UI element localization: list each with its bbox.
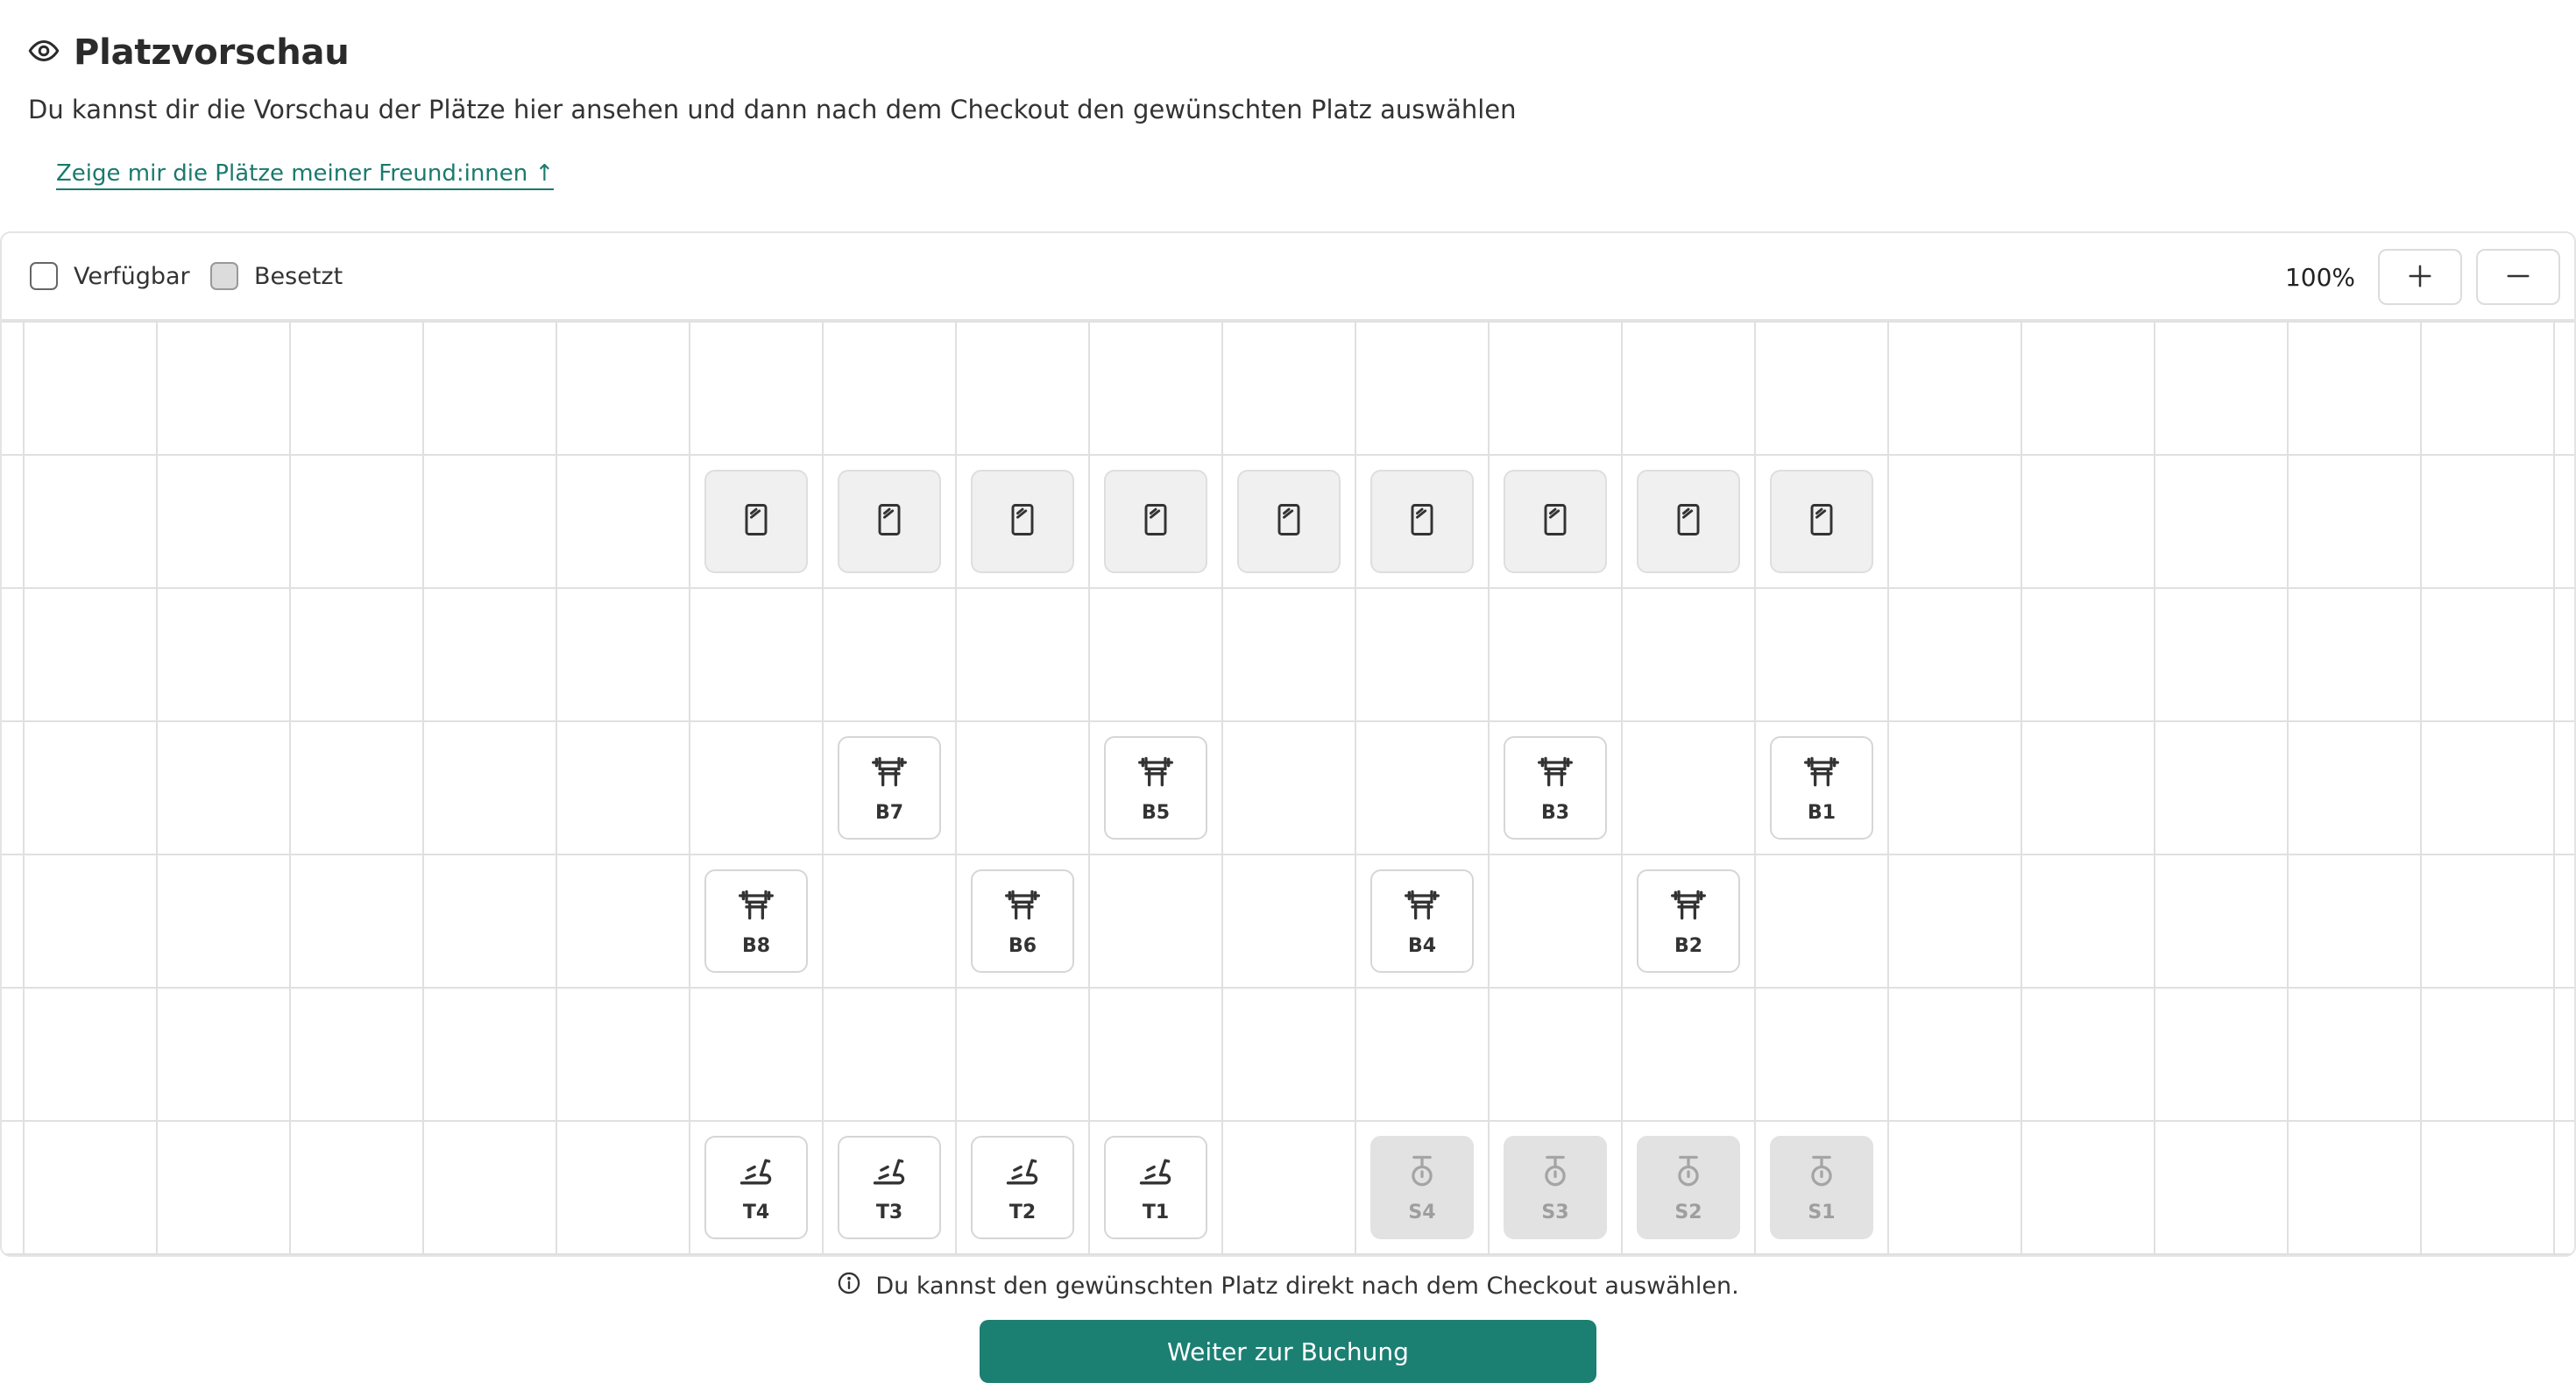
seat-label: B2 — [1674, 934, 1703, 957]
mirror-tile — [971, 470, 1074, 573]
occupied-swatch — [210, 262, 238, 290]
kettlebell-station-icon — [1403, 1152, 1441, 1195]
mirror-icon — [737, 500, 775, 542]
mirror-icon — [1802, 500, 1841, 542]
seat-b3[interactable]: B3 — [1504, 736, 1607, 840]
mirror-tile — [704, 470, 808, 573]
mirror-tile — [1104, 470, 1207, 573]
seat-label: S4 — [1408, 1201, 1436, 1223]
seat-label: S2 — [1674, 1201, 1702, 1223]
seat-b5[interactable]: B5 — [1104, 736, 1207, 840]
seat-label: T1 — [1142, 1201, 1170, 1223]
seat-b6[interactable]: B6 — [971, 869, 1074, 973]
seat-map-toolbar: Verfügbar Besetzt 100% — [2, 233, 2574, 321]
mirror-icon — [1669, 500, 1708, 542]
mirror-tile — [1637, 470, 1740, 573]
checkout-info: Du kannst den gewünschten Platz direkt n… — [0, 1271, 2576, 1301]
treadmill-icon — [1136, 1152, 1175, 1195]
eye-icon — [28, 35, 60, 70]
legend-occupied: Besetzt — [210, 261, 343, 291]
seat-label: B7 — [874, 801, 904, 824]
mirror-icon — [1270, 500, 1308, 542]
bench-icon — [870, 753, 909, 795]
seat-t2[interactable]: T2 — [971, 1136, 1074, 1239]
legend-available-label: Verfügbar — [74, 262, 190, 290]
mirror-tile — [1370, 470, 1474, 573]
legend-available: Verfügbar — [30, 261, 190, 291]
info-icon — [837, 1271, 861, 1301]
kettlebell-station-icon — [1536, 1152, 1575, 1195]
bench-icon — [1136, 753, 1175, 795]
bench-icon — [1003, 886, 1042, 928]
seat-grid: B7 B5 B3 B1 B8 B6 B4 B2 T4 T3 T2 T1 S4 S… — [2, 321, 2574, 1255]
seat-label: B6 — [1008, 934, 1037, 957]
minus-icon — [2505, 263, 2531, 292]
treadmill-icon — [870, 1152, 909, 1195]
bench-icon — [737, 886, 775, 928]
mirror-tile — [1237, 470, 1341, 573]
seat-label: T2 — [1008, 1201, 1037, 1223]
bench-icon — [1802, 753, 1841, 795]
kettlebell-station-icon — [1802, 1152, 1841, 1195]
seat-s3: S3 — [1504, 1136, 1607, 1239]
seat-label: B8 — [741, 934, 771, 957]
seat-t4[interactable]: T4 — [704, 1136, 808, 1239]
seat-label: S3 — [1541, 1201, 1569, 1223]
title-row: Platzvorschau — [28, 32, 350, 74]
continue-booking-button[interactable]: Weiter zur Buchung — [980, 1320, 1596, 1383]
bench-icon — [1536, 753, 1575, 795]
treadmill-icon — [737, 1152, 775, 1195]
kettlebell-station-icon — [1669, 1152, 1708, 1195]
mirror-tile — [1770, 470, 1873, 573]
seat-label: B3 — [1540, 801, 1570, 824]
seat-s1: S1 — [1770, 1136, 1873, 1239]
seat-label: B4 — [1407, 934, 1437, 957]
available-swatch — [30, 262, 58, 290]
plus-icon — [2407, 263, 2433, 292]
seat-t1[interactable]: T1 — [1104, 1136, 1207, 1239]
mirror-icon — [1136, 500, 1175, 542]
seat-s2: S2 — [1637, 1136, 1740, 1239]
zoom-out-button[interactable] — [2476, 249, 2560, 305]
seat-label: T4 — [742, 1201, 770, 1223]
mirror-icon — [1536, 500, 1575, 542]
info-text: Du kannst den gewünschten Platz direkt n… — [875, 1273, 1739, 1300]
seat-b4[interactable]: B4 — [1370, 869, 1474, 973]
seat-label: B1 — [1807, 801, 1836, 824]
page-title: Platzvorschau — [74, 32, 350, 73]
seat-t3[interactable]: T3 — [838, 1136, 941, 1239]
friends-seats-link[interactable]: Zeige mir die Plätze meiner Freund:innen… — [56, 160, 555, 190]
seat-label: S1 — [1808, 1201, 1836, 1223]
bench-icon — [1403, 886, 1441, 928]
seat-label: T3 — [875, 1201, 903, 1223]
mirror-icon — [1003, 500, 1042, 542]
seat-b2[interactable]: B2 — [1637, 869, 1740, 973]
bench-icon — [1669, 886, 1708, 928]
seat-label: B5 — [1141, 801, 1171, 824]
treadmill-icon — [1003, 1152, 1042, 1195]
seat-map-panel: Verfügbar Besetzt 100% B7 B5 B3 B1 B8 B6… — [0, 231, 2576, 1257]
legend-occupied-label: Besetzt — [254, 262, 343, 290]
mirror-tile — [838, 470, 941, 573]
mirror-icon — [870, 500, 909, 542]
mirror-tile — [1504, 470, 1607, 573]
seat-b7[interactable]: B7 — [838, 736, 941, 840]
zoom-in-button[interactable] — [2378, 249, 2462, 305]
mirror-icon — [1403, 500, 1441, 542]
seat-b1[interactable]: B1 — [1770, 736, 1873, 840]
zoom-level: 100% — [2284, 263, 2355, 292]
seat-s4: S4 — [1370, 1136, 1474, 1239]
page-subtitle: Du kannst dir die Vorschau der Plätze hi… — [28, 95, 1517, 124]
seat-b8[interactable]: B8 — [704, 869, 808, 973]
